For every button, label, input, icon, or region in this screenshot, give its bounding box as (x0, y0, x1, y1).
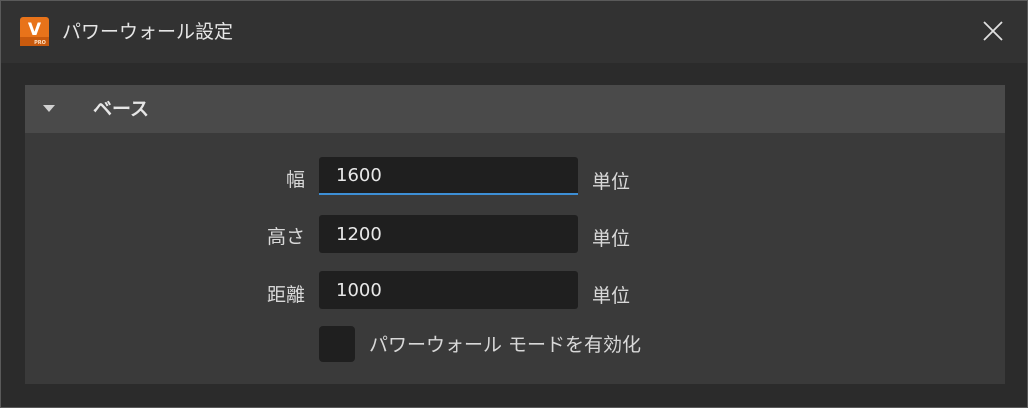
window-title: パワーウォール設定 (62, 21, 234, 43)
base-section-header[interactable]: ベース (25, 85, 1005, 133)
powerwall-mode-label[interactable]: パワーウォール モードを有効化 (369, 333, 641, 357)
height-input[interactable] (319, 215, 578, 253)
section-title: ベース (93, 98, 150, 120)
width-unit: 単位 (592, 171, 631, 193)
powerwall-settings-dialog: V PRO パワーウォール設定 ベース 幅 単位 高さ 単位 距離 単位 パワー… (0, 0, 1028, 408)
distance-input[interactable] (319, 271, 578, 309)
close-icon[interactable] (973, 13, 1013, 51)
distance-label: 距離 (266, 284, 305, 306)
app-icon-sub: PRO (34, 40, 46, 46)
v-app-icon: V PRO (20, 17, 49, 46)
triangle-down-icon[interactable] (42, 104, 56, 114)
height-label: 高さ (266, 226, 305, 248)
height-unit: 単位 (592, 228, 631, 250)
close-button[interactable] (973, 13, 1013, 51)
app-icon-letter: V (28, 20, 42, 40)
distance-unit: 単位 (592, 285, 631, 307)
powerwall-mode-checkbox[interactable] (319, 326, 355, 362)
width-input[interactable] (319, 157, 578, 195)
title-bar: V PRO パワーウォール設定 (1, 1, 1027, 63)
width-label: 幅 (285, 169, 305, 191)
